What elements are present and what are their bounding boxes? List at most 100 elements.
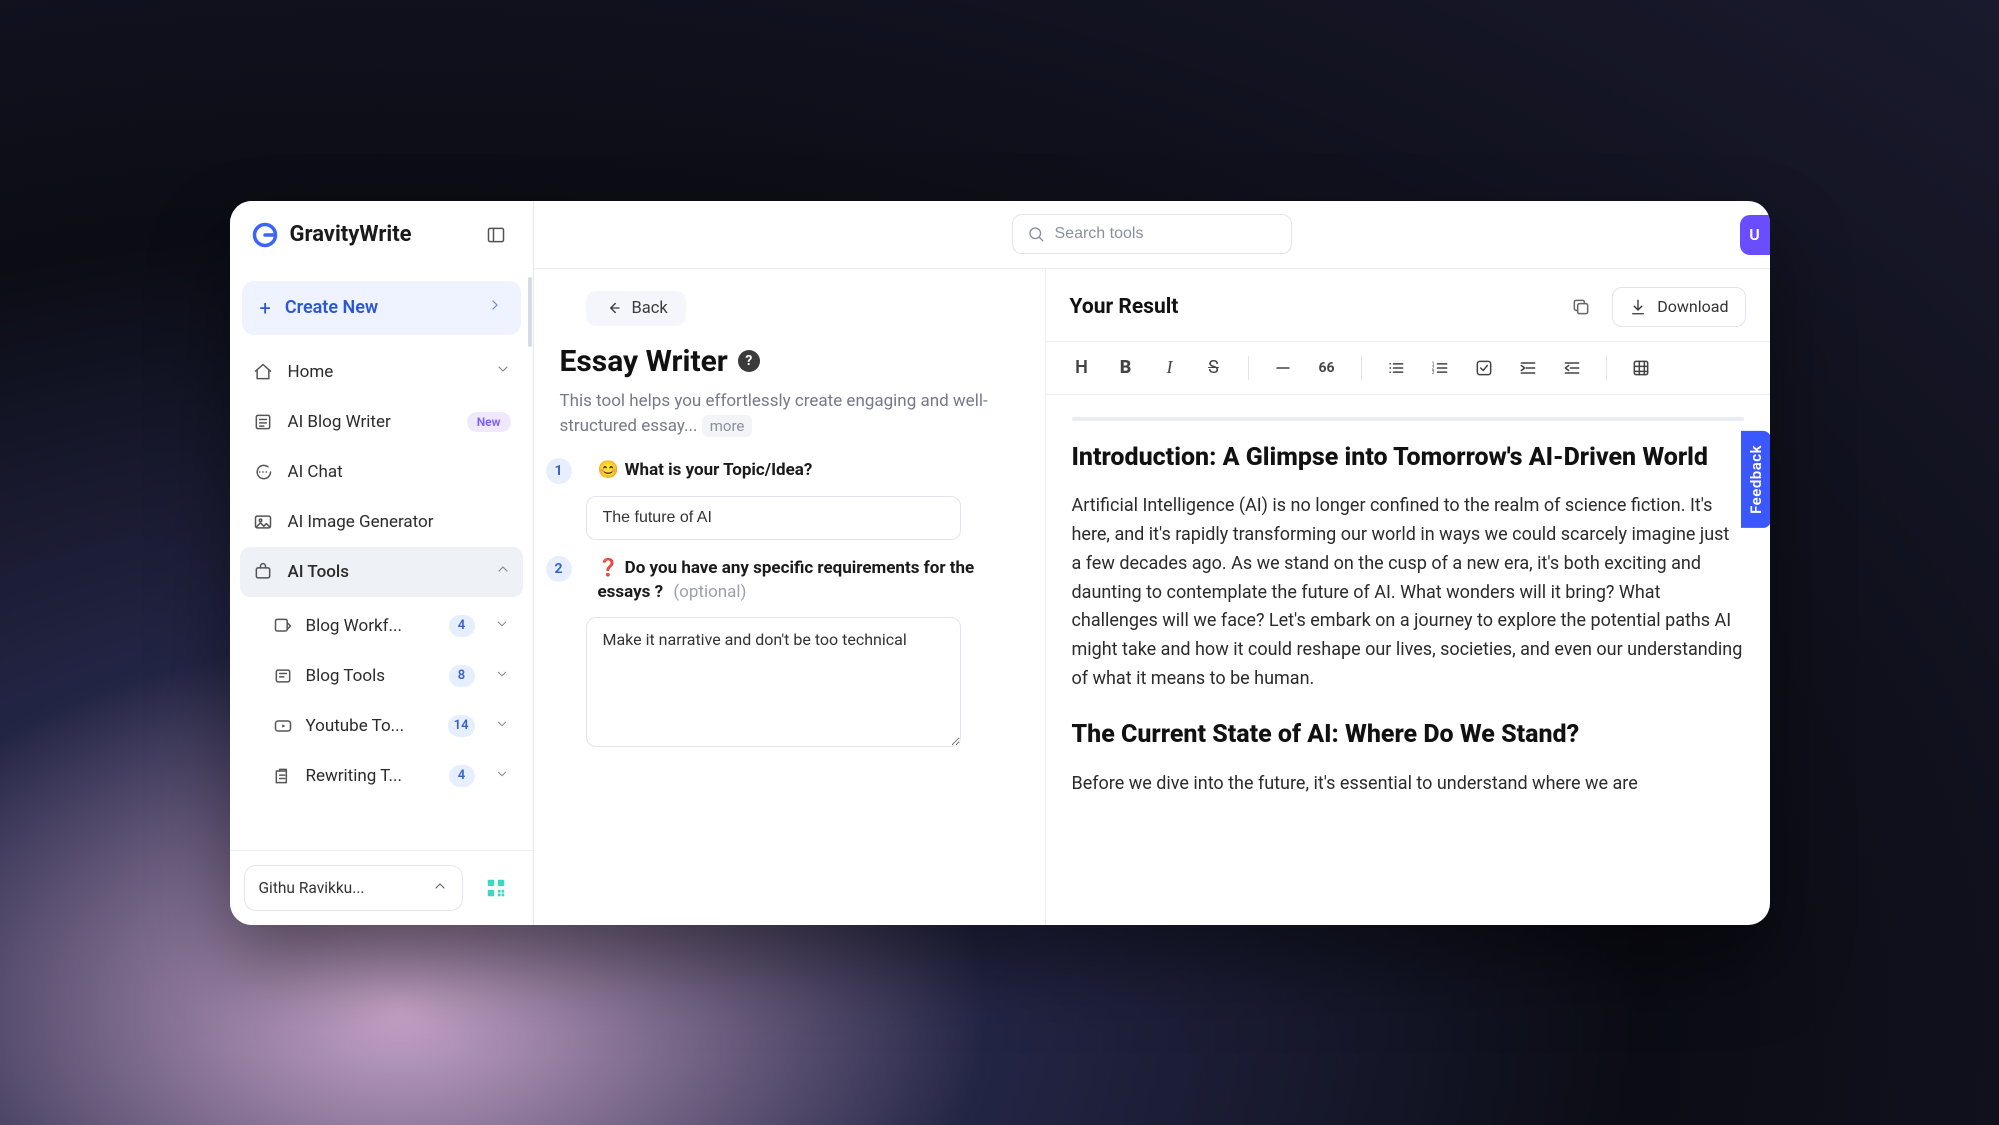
search-icon [1027, 225, 1045, 243]
sub-label: Rewriting T... [306, 766, 402, 786]
heading-button[interactable]: H [1062, 350, 1102, 386]
checklist-button[interactable] [1464, 350, 1504, 386]
tool-description: This tool helps you effortlessly create … [560, 389, 1013, 440]
smile-emoji-icon: 😊 [598, 460, 619, 480]
table-button[interactable] [1621, 350, 1661, 386]
ordered-list-button[interactable]: 123 [1420, 350, 1460, 386]
sidebar-footer: Githu Ravikku... [230, 850, 533, 925]
toolbar-separator [1606, 356, 1607, 380]
question-1-text: What is your Topic/Idea? [625, 460, 813, 480]
sub-blog-tools[interactable]: Blog Tools 8 [264, 651, 519, 701]
chevron-down-icon [495, 616, 509, 636]
outdent-button[interactable] [1552, 350, 1592, 386]
help-icon[interactable]: ? [738, 350, 760, 372]
tool-description-text: This tool helps you effortlessly create … [560, 391, 988, 437]
ai-tools-subnav: Blog Workf... 4 Blog Tools 8 Youtube To.… [240, 597, 523, 805]
rewriting-icon [272, 766, 294, 786]
back-label: Back [632, 299, 668, 318]
tools-icon [252, 562, 274, 582]
sub-label: Youtube To... [306, 716, 405, 736]
user-menu[interactable]: Githu Ravikku... [244, 865, 463, 911]
question-2-label: ❓Do you have any specific requirements f… [598, 556, 1013, 605]
sidebar-scrollbar[interactable] [527, 267, 533, 841]
blog-icon [252, 412, 274, 432]
upgrade-label: U [1749, 225, 1760, 244]
strikethrough-button[interactable]: S [1194, 350, 1234, 386]
italic-button[interactable]: I [1150, 350, 1190, 386]
more-link[interactable]: more [702, 415, 753, 437]
qr-code-button[interactable] [473, 865, 519, 911]
chevron-up-icon [495, 561, 511, 582]
requirements-input[interactable]: Make it narrative and don't be too techn… [586, 617, 961, 747]
quote-button[interactable]: 66 [1307, 350, 1347, 386]
result-document[interactable]: Introduction: A Glimpse into Tomorrow's … [1046, 395, 1770, 925]
sub-rewriting-tools[interactable]: Rewriting T... 4 [264, 751, 519, 801]
count-badge: 8 [449, 665, 475, 687]
tool-title: Essay Writer ? [560, 344, 1013, 379]
doc-heading: Introduction: A Glimpse into Tomorrow's … [1072, 441, 1744, 475]
indent-button[interactable] [1508, 350, 1548, 386]
chevron-down-icon [495, 666, 509, 686]
doc-paragraph: Artificial Intelligence (AI) is no longe… [1072, 492, 1744, 694]
question-1-label: 😊 What is your Topic/Idea? [598, 458, 813, 483]
result-header: Your Result Download [1046, 269, 1770, 341]
upgrade-button[interactable]: U [1740, 215, 1770, 255]
copy-button[interactable] [1564, 290, 1598, 324]
sub-label: Blog Tools [306, 666, 385, 686]
search-input[interactable] [1055, 225, 1277, 243]
download-button[interactable]: Download [1612, 287, 1745, 327]
nav-ai-image-generator[interactable]: AI Image Generator [240, 497, 523, 547]
chevron-down-icon [495, 766, 509, 786]
sub-blog-workflow[interactable]: Blog Workf... 4 [264, 601, 519, 651]
svg-text:3: 3 [1431, 369, 1434, 375]
top-bar: U [534, 201, 1770, 269]
user-name: Githu Ravikku... [259, 879, 365, 897]
question-2: 2 ❓Do you have any specific requirements… [558, 556, 1013, 751]
chevron-up-icon [432, 878, 448, 898]
chevron-down-icon [495, 361, 511, 382]
back-button[interactable]: Back [586, 291, 686, 326]
nav-home[interactable]: Home [240, 347, 523, 397]
bold-button[interactable]: B [1106, 350, 1146, 386]
hr-button[interactable] [1263, 350, 1303, 386]
nav-label: AI Blog Writer [288, 412, 391, 432]
create-new-label: Create New [285, 297, 378, 318]
nav-ai-tools[interactable]: AI Tools [240, 547, 523, 597]
create-new-button[interactable]: + Create New [242, 281, 521, 335]
collapse-sidebar-button[interactable] [479, 218, 513, 252]
count-badge: 4 [449, 765, 475, 787]
feedback-tab[interactable]: Feedback [1741, 431, 1770, 528]
nav-label: Home [288, 362, 334, 382]
primary-nav: Home AI Blog Writer New AI Chat AI Image… [230, 345, 533, 807]
doc-rule [1072, 417, 1744, 421]
sidebar: GravityWrite + Create New Home [230, 201, 534, 925]
sidebar-scroll: + Create New Home AI Blog Writer New [230, 269, 533, 850]
topic-input[interactable] [586, 496, 961, 540]
sub-label: Blog Workf... [306, 616, 402, 636]
chevron-right-icon [487, 297, 503, 318]
workflow-icon [272, 616, 294, 636]
doc-heading: The Current State of AI: Where Do We Sta… [1072, 718, 1744, 752]
home-icon [252, 362, 274, 382]
tool-title-text: Essay Writer [560, 344, 728, 379]
step-number: 2 [546, 556, 572, 582]
search-box[interactable] [1012, 214, 1292, 254]
chat-icon [252, 462, 274, 482]
result-title: Your Result [1070, 295, 1179, 319]
optional-label: (optional) [673, 582, 746, 602]
app-window: GravityWrite + Create New Home [230, 201, 1770, 925]
blog-tools-icon [272, 666, 294, 686]
toolbar-separator [1361, 356, 1362, 380]
result-actions: Download [1564, 287, 1745, 327]
download-label: Download [1657, 297, 1728, 316]
nav-label: AI Chat [288, 462, 343, 482]
nav-ai-chat[interactable]: AI Chat [240, 447, 523, 497]
brand-logo[interactable]: GravityWrite [250, 220, 412, 250]
count-badge: 4 [449, 615, 475, 637]
logo-mark-icon [250, 220, 280, 250]
sub-youtube-tools[interactable]: Youtube To... 14 [264, 701, 519, 751]
bullet-list-button[interactable] [1376, 350, 1416, 386]
sidebar-header: GravityWrite [230, 201, 533, 269]
youtube-icon [272, 716, 294, 736]
nav-ai-blog-writer[interactable]: AI Blog Writer New [240, 397, 523, 447]
